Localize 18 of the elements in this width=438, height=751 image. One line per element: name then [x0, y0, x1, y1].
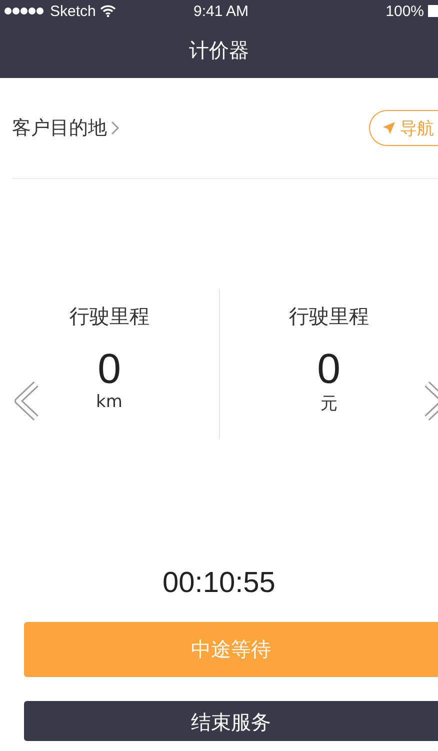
elapsed-timer: 00:10:55: [162, 567, 276, 600]
end-service-button[interactable]: 结束服务: [24, 701, 438, 741]
meter-unit: 元: [320, 393, 338, 415]
battery-percent: 100%: [386, 2, 424, 20]
meter-value: 0: [317, 348, 340, 390]
status-time: 9:41 AM: [193, 2, 249, 20]
meter-label: 行驶里程: [69, 303, 150, 330]
carrier-name: Sketch: [50, 2, 96, 20]
navigation-arrow-icon: [382, 121, 396, 135]
chevron-left-icon[interactable]: [14, 381, 40, 421]
page-title: 计价器: [189, 36, 249, 64]
battery-icon: [428, 5, 438, 17]
destination-label[interactable]: 客户目的地: [12, 115, 107, 141]
meter-unit: km: [96, 392, 122, 412]
meter-value: 0: [98, 348, 121, 390]
meter-label: 行驶里程: [288, 303, 369, 330]
wifi-icon: [100, 5, 116, 17]
signal-icon: [4, 7, 46, 15]
